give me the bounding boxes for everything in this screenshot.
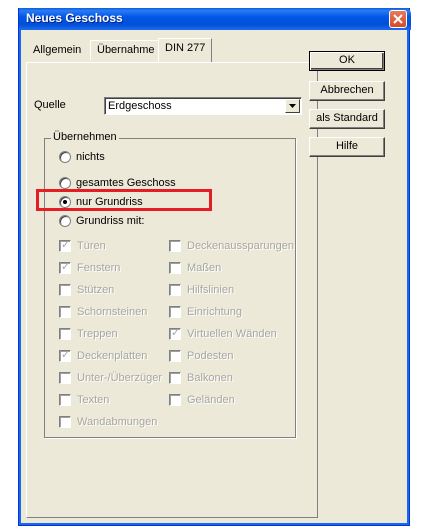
tab-uebernahme[interactable]: Übernahme <box>90 40 162 60</box>
checkbox-label: Virtuellen Wänden <box>187 328 277 340</box>
checkbox-label: Deckenplatten <box>77 350 148 362</box>
checkbox-label: Texten <box>77 394 110 406</box>
checkbox-label: Unter-/Überzüger <box>77 372 162 384</box>
tab-label: Allgemein <box>33 44 82 56</box>
option-wandabmungen[interactable]: Wandabmungen <box>59 416 157 428</box>
option-einrichtung[interactable]: Einrichtung <box>169 306 242 318</box>
checkbox-label: Deckenaussparungen <box>187 240 295 252</box>
checkbox-label: Podesten <box>187 350 234 362</box>
radio-gesamtes-geschoss[interactable]: gesamtes Geschoss <box>59 177 176 189</box>
checkbox-label: Fenstern <box>77 262 121 274</box>
radio-grundriss-mit[interactable]: Grundriss mit: <box>59 215 144 227</box>
checkbox[interactable] <box>169 326 181 340</box>
radio-nichts[interactable]: nichts <box>59 151 105 163</box>
checkbox-label: Einrichtung <box>187 306 243 318</box>
tab-label: DIN 277 <box>165 42 206 54</box>
checkbox[interactable] <box>59 306 71 318</box>
option-balkonen[interactable]: Balkonen <box>169 372 233 384</box>
option-schornsteinen[interactable]: Schornsteinen <box>59 306 147 318</box>
checkbox[interactable] <box>59 394 71 406</box>
checkbox-label: Wandabmungen <box>77 416 158 428</box>
checkbox[interactable] <box>59 372 71 384</box>
group-legend: Übernehmen <box>51 131 119 143</box>
option-fenstern[interactable]: Fenstern <box>59 260 121 274</box>
close-icon <box>393 14 403 24</box>
window-title: Neues Geschoss <box>26 11 123 25</box>
close-button[interactable] <box>389 10 407 28</box>
tab-label: Übernahme <box>97 44 155 56</box>
checkbox-label: Treppen <box>77 328 118 340</box>
radio-button[interactable] <box>59 215 71 227</box>
checkbox-label: Maßen <box>187 262 222 274</box>
checkbox[interactable] <box>169 350 181 362</box>
standard-button[interactable]: als Standard <box>309 109 385 129</box>
source-select[interactable]: Erdgeschoss <box>104 97 302 115</box>
radio-label: Grundriss mit: <box>76 215 145 227</box>
checkbox-label: Geländen <box>187 394 235 406</box>
checkbox[interactable] <box>169 306 181 318</box>
checkbox[interactable] <box>169 262 181 274</box>
cancel-button[interactable]: Abbrechen <box>309 81 385 101</box>
checkbox[interactable] <box>59 348 71 362</box>
option-massen[interactable]: Maßen <box>169 262 221 274</box>
checkbox[interactable] <box>59 328 71 340</box>
chevron-down-icon <box>289 104 296 108</box>
source-label: Quelle <box>34 99 66 111</box>
radio-label: gesamtes Geschoss <box>76 177 176 189</box>
checkbox-label: Schornsteinen <box>77 306 148 318</box>
option-treppen[interactable]: Treppen <box>59 328 118 340</box>
ok-button[interactable]: OK <box>309 51 385 71</box>
source-value: Erdgeschoss <box>108 100 172 112</box>
help-button[interactable]: Hilfe <box>309 137 385 157</box>
option-podesten[interactable]: Podesten <box>169 350 233 362</box>
checkbox-label: Stützen <box>77 284 115 296</box>
checkbox-label: Türen <box>77 240 106 252</box>
radio-button[interactable] <box>59 177 71 189</box>
checkbox-label: Balkonen <box>187 372 233 384</box>
title-bar[interactable]: Neues Geschoss <box>19 8 411 30</box>
radio-button[interactable] <box>59 151 71 163</box>
annotation-highlight <box>36 189 212 211</box>
checkbox[interactable] <box>169 394 181 406</box>
option-unterzueger[interactable]: Unter-/Überzüger <box>59 372 162 384</box>
checkbox[interactable] <box>169 284 181 296</box>
option-deckenaussparungen[interactable]: Deckenaussparungen <box>169 240 294 252</box>
option-virtuellen-waenden[interactable]: Virtuellen Wänden <box>169 326 277 340</box>
option-hilfslinien[interactable]: Hilfslinien <box>169 284 234 296</box>
checkbox[interactable] <box>59 238 71 252</box>
checkbox[interactable] <box>59 284 71 296</box>
radio-label: nichts <box>76 151 105 163</box>
option-deckenplatten[interactable]: Deckenplatten <box>59 348 148 362</box>
tab-allgemein[interactable]: Allgemein <box>26 40 88 60</box>
checkbox[interactable] <box>59 416 71 428</box>
option-gelaenden[interactable]: Geländen <box>169 394 235 406</box>
option-stuetzen[interactable]: Stützen <box>59 284 114 296</box>
tab-din-277[interactable]: DIN 277 <box>158 38 213 62</box>
checkbox[interactable] <box>59 260 71 274</box>
dropdown-button[interactable] <box>285 99 300 113</box>
option-tueren[interactable]: Türen <box>59 238 106 252</box>
checkbox-label: Hilfslinien <box>187 284 235 296</box>
option-texten[interactable]: Texten <box>59 394 109 406</box>
checkbox[interactable] <box>169 372 181 384</box>
checkbox[interactable] <box>169 240 181 252</box>
